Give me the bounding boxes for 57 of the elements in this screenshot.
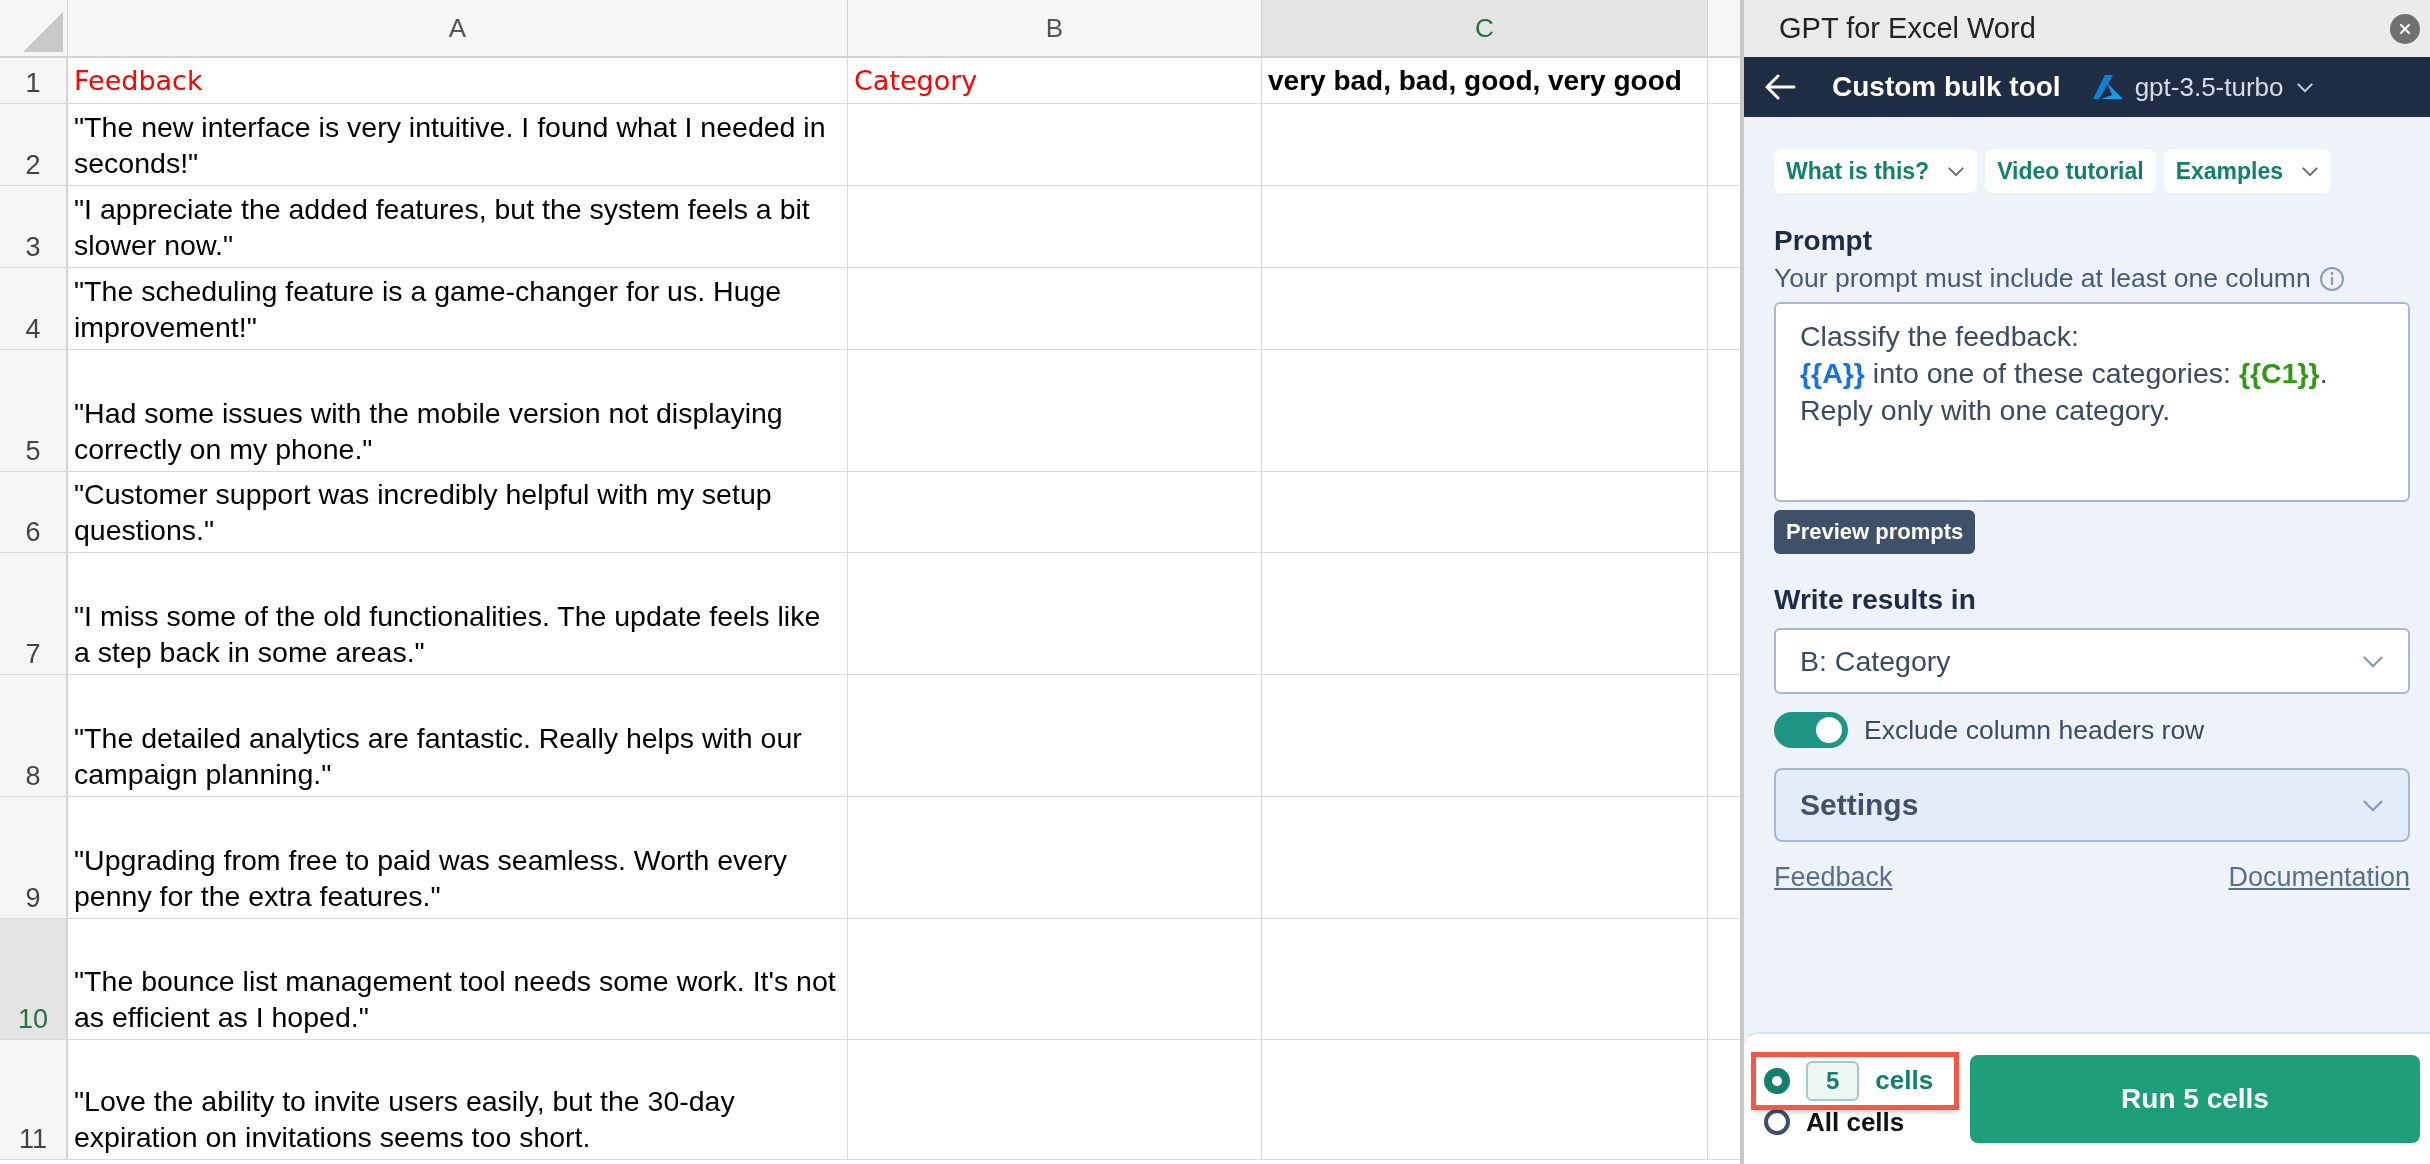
row-header[interactable]: 11 xyxy=(0,1040,68,1159)
footer-link[interactable]: Documentation xyxy=(2228,862,2410,893)
row-header[interactable]: 6 xyxy=(0,472,68,552)
panel-title: GPT for Excel Word xyxy=(1779,12,2037,45)
radio-button[interactable] xyxy=(1764,1109,1790,1135)
settings-accordion[interactable]: Settings xyxy=(1774,768,2410,842)
row-header[interactable]: 3 xyxy=(0,186,68,267)
prompt-hint: Your prompt must include at least one column xyxy=(1774,263,2311,294)
cell-text: "Had some issues with the mobile version not displaying correctly on my phone." xyxy=(74,396,784,467)
help-chip[interactable]: Video tutorial xyxy=(1985,149,2156,193)
row-header[interactable]: 1 xyxy=(0,58,68,103)
cell-text: "The bounce list management tool needs some work. It's not as efficient as I hoped." xyxy=(74,964,837,1035)
chevron-down-icon xyxy=(2295,81,2314,93)
back-arrow-icon[interactable] xyxy=(1764,73,1796,101)
row-header[interactable]: 7 xyxy=(0,553,68,674)
preview-prompts-button[interactable]: Preview prompts xyxy=(1774,510,1976,554)
toggle-label: Exclude column headers row xyxy=(1864,714,2205,746)
row-header[interactable]: 8 xyxy=(0,675,68,796)
column-header[interactable]: A xyxy=(68,0,848,56)
info-icon[interactable] xyxy=(2318,265,2345,292)
cell-text: "I miss some of the old functionalities. The update feels like a step back in some areas." xyxy=(74,599,822,670)
toggle-switch[interactable] xyxy=(1774,712,1848,748)
cell-count-field[interactable]: 5 xyxy=(1806,1060,1860,1101)
cell-text: very bad, bad, good, very good xyxy=(1268,64,1682,98)
cell-text: "The new interface is very intuitive. I found what I needed in seconds!" xyxy=(74,110,827,181)
help-chip[interactable]: What is this? xyxy=(1774,149,1978,193)
results-dropdown[interactable]: B: Category xyxy=(1774,628,2410,694)
radio-button[interactable] xyxy=(1764,1067,1790,1094)
chevron-down-icon xyxy=(1947,165,1966,177)
row-header[interactable]: 4 xyxy=(0,268,68,349)
option-label: All cells xyxy=(1806,1106,1905,1138)
prompt-label: Prompt xyxy=(1774,225,1873,257)
help-chip[interactable]: Examples xyxy=(2163,149,2332,193)
option-label: cells xyxy=(1875,1065,1934,1096)
cell-text: "Love the ability to invite users easily, but the 30-day expiration on invitations seems too short. xyxy=(74,1084,736,1155)
row-header[interactable]: 9 xyxy=(0,797,68,918)
chevron-down-icon xyxy=(2362,654,2384,668)
cell-text: "Upgrading from free to paid was seamless. Worth every penny for the extra features." xyxy=(74,843,788,914)
row-header[interactable]: 5 xyxy=(0,350,68,471)
column-header[interactable]: C xyxy=(1262,0,1708,56)
cell-text: "Customer support was incredibly helpful with my setup questions." xyxy=(74,477,773,548)
cell-text: Category xyxy=(854,64,978,98)
prompt-field[interactable]: Classify the feedback: {{A}} into one of these categories: {{C1}}. Reply only with one category. xyxy=(1774,302,2410,502)
cell-text: "The detailed analytics are fantastic. Really helps with our campaign planning." xyxy=(74,721,803,792)
footer-link[interactable]: Feedback xyxy=(1774,862,1893,893)
cell-text: Feedback xyxy=(74,64,203,98)
triangle-logo-icon xyxy=(2092,75,2123,99)
tool-title: Custom bulk tool xyxy=(1832,71,2061,103)
row-header[interactable]: 2 xyxy=(0,104,68,185)
close-icon[interactable] xyxy=(2390,13,2420,44)
chevron-down-icon xyxy=(2362,798,2384,812)
row-header[interactable]: 10 xyxy=(0,919,68,1039)
chevron-down-icon xyxy=(2301,165,2320,177)
results-label: Write results in xyxy=(1774,584,1977,616)
cell-text: "The scheduling feature is a game-changer for us. Huge improvement!" xyxy=(74,274,783,345)
model-dropdown[interactable]: gpt-3.5-turbo xyxy=(2092,71,2314,103)
cell-text: "I appreciate the added features, but the system feels a bit slower now." xyxy=(74,192,811,263)
